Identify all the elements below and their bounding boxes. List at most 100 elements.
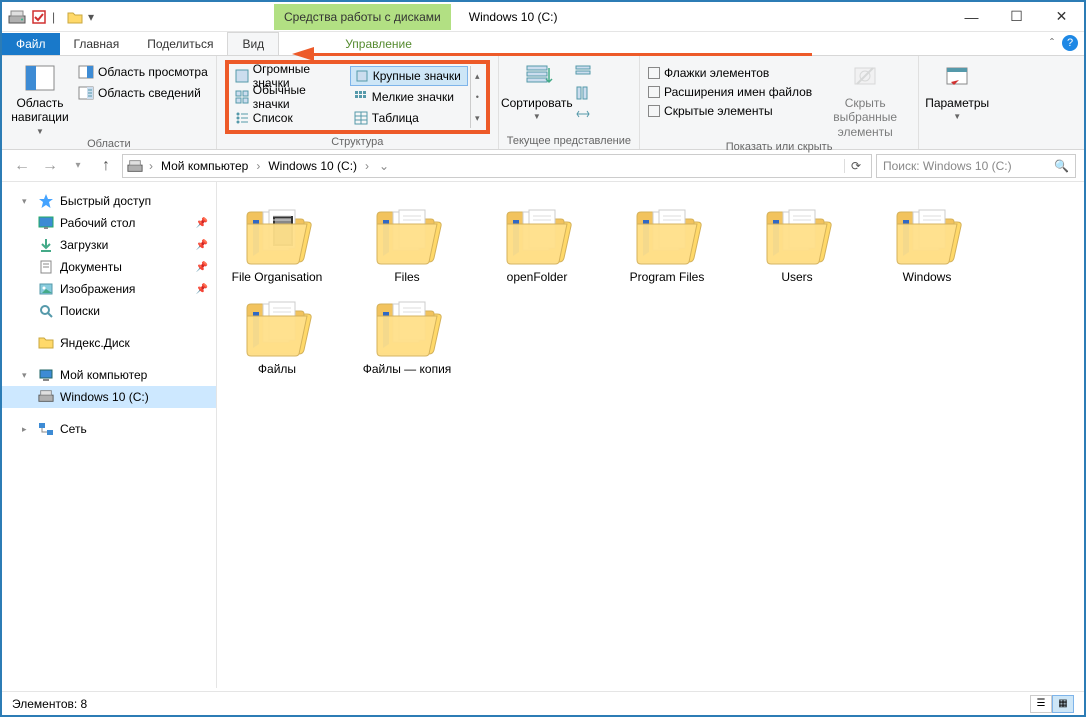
sidebar-downloads[interactable]: Загрузки📌 bbox=[2, 234, 216, 256]
address-bar[interactable]: › Мой компьютер › Windows 10 (C:) › ⌄ ⟳ bbox=[122, 154, 872, 178]
layout-small-icons[interactable]: Мелкие значки bbox=[350, 87, 468, 107]
chevron-right-icon[interactable]: › bbox=[254, 159, 262, 173]
layout-list[interactable]: Список bbox=[231, 108, 349, 128]
chevron-right-icon[interactable]: › bbox=[147, 159, 155, 173]
folder-label: Файлы — копия bbox=[363, 362, 452, 376]
folder-item[interactable]: openFolder bbox=[487, 202, 587, 284]
tab-file[interactable]: Файл bbox=[2, 33, 60, 55]
sort-button[interactable]: Сортировать ▼ bbox=[507, 60, 567, 133]
ribbon-group-options: Параметры ▼ bbox=[919, 56, 995, 149]
address-dropdown-icon[interactable]: ⌄ bbox=[375, 159, 393, 173]
sidebar-quick-access[interactable]: ▾ Быстрый доступ bbox=[2, 190, 216, 212]
navigation-sidebar: ▾ Быстрый доступ Рабочий стол📌 Загрузки📌… bbox=[2, 182, 217, 688]
layout-large-icons[interactable]: Крупные значки bbox=[350, 66, 468, 86]
sidebar-drive-c[interactable]: Windows 10 (C:) bbox=[2, 386, 216, 408]
main-area: ▾ Быстрый доступ Рабочий стол📌 Загрузки📌… bbox=[2, 182, 1084, 688]
sidebar-network[interactable]: ▸Сеть bbox=[2, 418, 216, 440]
qat-dropdown-icon[interactable]: ▾ bbox=[88, 10, 98, 24]
layout-medium-icons[interactable]: Обычные значки bbox=[231, 87, 349, 107]
sidebar-images[interactable]: Изображения📌 bbox=[2, 278, 216, 300]
up-button[interactable]: ↑ bbox=[94, 154, 118, 178]
help-icon[interactable]: ? bbox=[1062, 35, 1078, 51]
folder-item[interactable]: Windows bbox=[877, 202, 977, 284]
drive-icon[interactable] bbox=[8, 8, 26, 26]
folder-label: Windows bbox=[903, 270, 952, 284]
preview-pane-button[interactable]: Область просмотра bbox=[78, 64, 208, 80]
back-button[interactable]: ← bbox=[10, 154, 34, 178]
view-large-icons-button[interactable]: ▦ bbox=[1052, 695, 1074, 713]
view-details-button[interactable]: ☰ bbox=[1030, 695, 1052, 713]
navigation-pane-button[interactable]: Область навигации ▼ bbox=[10, 60, 70, 136]
ribbon: Область навигации ▼ Область просмотра Об… bbox=[2, 56, 1084, 150]
folder-icon bbox=[371, 202, 443, 266]
folder-item[interactable]: File Organisation bbox=[227, 202, 327, 284]
expand-icon[interactable]: ▾ bbox=[22, 196, 32, 207]
status-bar: Элементов: 8 ☰ ▦ bbox=[2, 691, 1084, 715]
expand-icon[interactable]: ▸ bbox=[22, 424, 32, 435]
sidebar-search[interactable]: Поиски bbox=[2, 300, 216, 322]
ribbon-group-layout: Огромные значки Крупные значки Обычные з… bbox=[217, 56, 499, 149]
folder-item[interactable]: Users bbox=[747, 202, 847, 284]
expand-icon[interactable]: ▾ bbox=[22, 370, 32, 381]
details-pane-button[interactable]: Область сведений bbox=[78, 85, 208, 101]
folder-item[interactable]: Files bbox=[357, 202, 457, 284]
ribbon-group-current-view: Сортировать ▼ Текущее представление bbox=[499, 56, 640, 149]
quick-access-toolbar: | ▾ bbox=[2, 8, 104, 26]
folder-icon bbox=[891, 202, 963, 266]
folder-label: Файлы bbox=[258, 362, 296, 376]
tab-home[interactable]: Главная bbox=[60, 33, 134, 55]
window-title: Windows 10 (C:) bbox=[451, 10, 558, 24]
annotation-highlight-box: Огромные значки Крупные значки Обычные з… bbox=[225, 60, 490, 134]
sidebar-documents[interactable]: Документы📌 bbox=[2, 256, 216, 278]
chevron-right-icon[interactable]: › bbox=[363, 159, 371, 173]
folder-qat-icon[interactable] bbox=[66, 8, 84, 26]
tab-view[interactable]: Вид bbox=[227, 32, 279, 55]
file-extensions-toggle[interactable]: Расширения имен файлов bbox=[648, 85, 812, 99]
folder-label: Program Files bbox=[630, 270, 705, 284]
computer-icon bbox=[38, 367, 54, 383]
maximize-button[interactable]: ☐ bbox=[994, 2, 1039, 32]
item-checkboxes-toggle[interactable]: Флажки элементов bbox=[648, 66, 812, 80]
close-button[interactable]: ✕ bbox=[1039, 2, 1084, 32]
breadcrumb-root[interactable]: Мой компьютер bbox=[159, 159, 250, 173]
group-by-button[interactable] bbox=[575, 64, 591, 80]
folder-item[interactable]: Program Files bbox=[617, 202, 717, 284]
search-folder-icon bbox=[38, 303, 54, 319]
breadcrumb-current[interactable]: Windows 10 (C:) bbox=[266, 159, 359, 173]
folder-label: Users bbox=[781, 270, 812, 284]
tab-manage[interactable]: Управление bbox=[331, 33, 426, 55]
star-icon bbox=[38, 193, 54, 209]
size-columns-button[interactable] bbox=[575, 106, 591, 122]
hidden-items-toggle[interactable]: Скрытые элементы bbox=[648, 104, 812, 118]
layout-scroll[interactable]: ▴•▾ bbox=[470, 66, 484, 128]
search-input[interactable]: Поиск: Windows 10 (C:) 🔍 bbox=[876, 154, 1076, 178]
folder-icon bbox=[761, 202, 833, 266]
search-icon: 🔍 bbox=[1054, 159, 1069, 173]
address-bar-row: ← → ▾ ↑ › Мой компьютер › Windows 10 (C:… bbox=[2, 150, 1084, 182]
images-icon bbox=[38, 281, 54, 297]
recent-locations-button[interactable]: ▾ bbox=[66, 154, 90, 178]
ribbon-group-panes: Область навигации ▼ Область просмотра Об… bbox=[2, 56, 217, 149]
folder-item[interactable]: Файлы — копия bbox=[357, 294, 457, 376]
dropdown-icon: ▼ bbox=[36, 127, 44, 137]
hide-selected-button[interactable]: Скрыть выбранные элементы bbox=[820, 60, 910, 139]
forward-button[interactable]: → bbox=[38, 154, 62, 178]
folder-content[interactable]: File Organisation Files openFolder bbox=[217, 182, 1084, 688]
folder-item[interactable]: Файлы bbox=[227, 294, 327, 376]
collapse-ribbon-icon[interactable]: ˆ bbox=[1050, 36, 1054, 50]
tab-share[interactable]: Поделиться bbox=[133, 33, 227, 55]
folder-icon bbox=[241, 294, 313, 358]
folder-icon bbox=[631, 202, 703, 266]
dropdown-icon: ▼ bbox=[953, 112, 961, 122]
checkbox-qat-icon[interactable] bbox=[30, 8, 48, 26]
options-button[interactable]: Параметры ▼ bbox=[927, 60, 987, 133]
drive-tools-context-tab[interactable]: Средства работы с дисками bbox=[274, 4, 451, 30]
sidebar-my-computer[interactable]: ▾Мой компьютер bbox=[2, 364, 216, 386]
sidebar-desktop[interactable]: Рабочий стол📌 bbox=[2, 212, 216, 234]
navigation-pane-label: Область навигации bbox=[10, 96, 70, 125]
add-columns-button[interactable] bbox=[575, 85, 591, 101]
layout-table[interactable]: Таблица bbox=[350, 108, 468, 128]
sidebar-yandex-disk[interactable]: Яндекс.Диск bbox=[2, 332, 216, 354]
minimize-button[interactable]: — bbox=[949, 2, 994, 32]
refresh-button[interactable]: ⟳ bbox=[844, 159, 867, 173]
